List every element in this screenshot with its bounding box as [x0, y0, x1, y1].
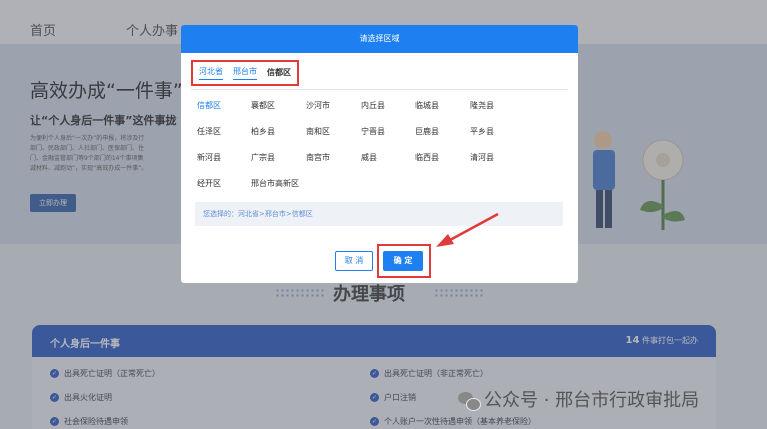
district-option[interactable]: 宁晋县 — [361, 126, 385, 137]
district-option[interactable]: 柏乡县 — [251, 126, 275, 137]
district-option[interactable]: 内丘县 — [361, 100, 385, 111]
breadcrumb-city[interactable]: 邢台市 — [233, 66, 257, 80]
watermark: 公众号 · 邢台市行政审批局 — [458, 386, 699, 412]
district-option[interactable]: 临西县 — [415, 152, 439, 163]
district-option[interactable]: 襄都区 — [251, 100, 275, 111]
district-option[interactable]: 邢台市高新区 — [251, 178, 299, 189]
district-option[interactable]: 任泽区 — [197, 126, 221, 137]
district-option[interactable]: 经开区 — [197, 178, 221, 189]
wechat-icon — [458, 392, 481, 411]
district-option[interactable]: 临城县 — [415, 100, 439, 111]
dialog-title: 请选择区域 — [181, 25, 578, 53]
breadcrumb-province[interactable]: 河北省 — [199, 66, 223, 80]
district-option[interactable]: 南宫市 — [306, 152, 330, 163]
divider — [191, 89, 568, 90]
district-option[interactable]: 隆尧县 — [470, 100, 494, 111]
district-option[interactable]: 广宗县 — [251, 152, 275, 163]
region-breadcrumb: 河北省 邢台市 信都区 — [191, 60, 299, 86]
district-option[interactable]: 信都区 — [197, 100, 221, 111]
district-option[interactable]: 南和区 — [306, 126, 330, 137]
confirm-button[interactable]: 确 定 — [383, 251, 423, 271]
region-select-dialog: 请选择区域 河北省 邢台市 信都区 信都区 襄都区 沙河市 内丘县 临城县 隆尧县 任泽区柏… — [181, 25, 578, 283]
breadcrumb-district[interactable]: 信都区 — [267, 67, 291, 80]
district-option[interactable]: 巨鹿县 — [415, 126, 439, 137]
district-option[interactable]: 威县 — [361, 152, 377, 163]
district-option[interactable]: 清河县 — [470, 152, 494, 163]
cancel-button[interactable]: 取 消 — [335, 251, 373, 271]
district-option[interactable]: 平乡县 — [470, 126, 494, 137]
selected-region: 您选择的：河北省>邢台市>信都区 — [195, 202, 563, 226]
district-option[interactable]: 新河县 — [197, 152, 221, 163]
district-option[interactable]: 沙河市 — [306, 100, 330, 111]
